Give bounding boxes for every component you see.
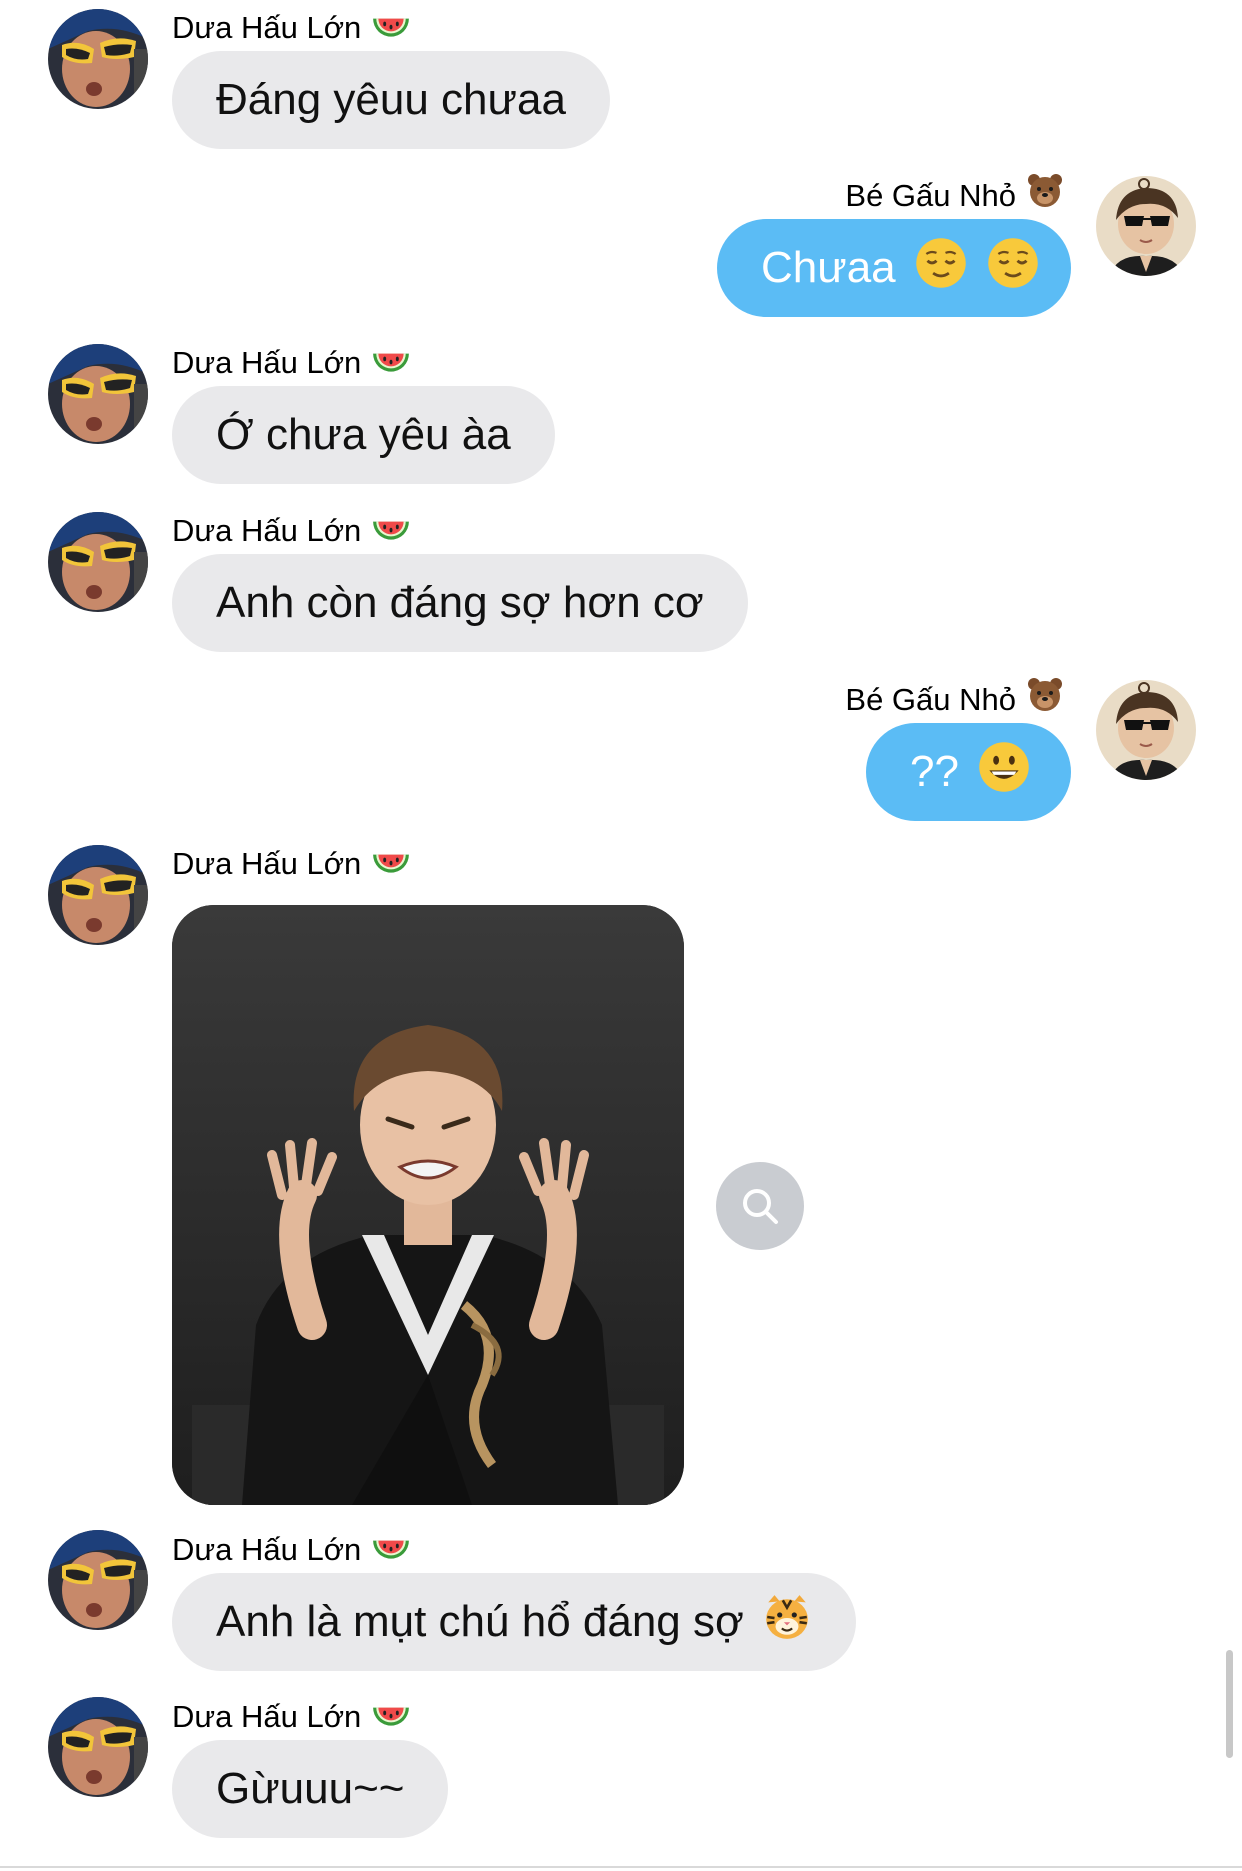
divider [0, 1866, 1242, 1868]
sender-name-text: Dưa Hấu Lớn [172, 1532, 362, 1567]
avatar-be-gau-nho[interactable] [1096, 176, 1196, 276]
message-text: Anh còn đáng sợ hơn cơ [216, 578, 704, 627]
relieved-face-icon [986, 236, 1040, 301]
sender-name: Dưa Hấu Lớn [172, 1530, 411, 1570]
bear-icon [1026, 676, 1064, 724]
message-text: Anh là mụt chú hổ đáng sợ [216, 1597, 744, 1646]
sender-name: Dưa Hấu Lớn [172, 844, 411, 884]
sender-name-text: Dưa Hấu Lớn [172, 1699, 362, 1734]
watermelon-icon [371, 1530, 411, 1570]
message-text: Gừuuu~~ [216, 1764, 405, 1813]
watermelon-icon [371, 343, 411, 383]
message-text: Ớ chưa yêu àa [216, 410, 511, 459]
sender-name: Dưa Hấu Lớn [172, 1697, 411, 1737]
sender-name-text: Dưa Hấu Lớn [172, 513, 362, 548]
sender-name: Dưa Hấu Lớn [172, 343, 411, 383]
message-text: Đáng yêuu chưaa [216, 75, 566, 124]
message-bubble-incoming[interactable]: Anh là mụt chú hổ đáng sợ [172, 1573, 856, 1671]
watermelon-icon [371, 844, 411, 884]
sender-name-text: Bé Gấu Nhỏ [845, 682, 1016, 717]
avatar-be-gau-nho[interactable] [1096, 680, 1196, 780]
scrollbar[interactable] [1226, 1650, 1233, 1758]
message-bubble-outgoing[interactable]: ?? [866, 723, 1071, 821]
avatar-dua-hau-lon[interactable] [48, 512, 148, 612]
relieved-face-icon [914, 236, 968, 301]
message-bubble-incoming[interactable]: Đáng yêuu chưaa [172, 51, 610, 149]
tiger-face-icon [762, 1592, 812, 1653]
message-bubble-incoming[interactable]: Gừuuu~~ [172, 1740, 449, 1838]
watermelon-icon [371, 1697, 411, 1737]
avatar-dua-hau-lon[interactable] [48, 1697, 148, 1797]
message-bubble-incoming[interactable]: Ớ chưa yêu àa [172, 386, 555, 484]
bear-icon [1026, 172, 1064, 220]
sender-name-text: Bé Gấu Nhỏ [845, 178, 1016, 213]
image-search-button[interactable] [716, 1162, 804, 1250]
watermelon-icon [371, 8, 411, 48]
sender-name: Dưa Hấu Lớn [172, 8, 411, 48]
message-image[interactable] [172, 905, 684, 1505]
sender-name: Bé Gấu Nhỏ [845, 174, 1064, 216]
sender-name-text: Dưa Hấu Lớn [172, 10, 362, 45]
sender-name: Dưa Hấu Lớn [172, 511, 411, 551]
message-text: Chưaa [761, 243, 896, 292]
watermelon-icon [371, 511, 411, 551]
message-text: ?? [910, 747, 959, 796]
chat-thread[interactable]: Dưa Hấu Lớn Đáng yêuu chưaa Bé Gấu Nhỏ C… [0, 0, 1242, 1871]
message-bubble-outgoing[interactable]: Chưaa [717, 219, 1071, 317]
photo-illustration [172, 905, 684, 1505]
grinning-face-icon [977, 740, 1031, 805]
avatar-dua-hau-lon[interactable] [48, 9, 148, 109]
message-bubble-incoming[interactable]: Anh còn đáng sợ hơn cơ [172, 554, 748, 652]
sender-name-text: Dưa Hấu Lớn [172, 846, 362, 881]
search-icon [743, 1189, 778, 1224]
sender-name: Bé Gấu Nhỏ [845, 678, 1064, 720]
avatar-dua-hau-lon[interactable] [48, 1530, 148, 1630]
avatar-dua-hau-lon[interactable] [48, 344, 148, 444]
sender-name-text: Dưa Hấu Lớn [172, 345, 362, 380]
avatar-dua-hau-lon[interactable] [48, 845, 148, 945]
